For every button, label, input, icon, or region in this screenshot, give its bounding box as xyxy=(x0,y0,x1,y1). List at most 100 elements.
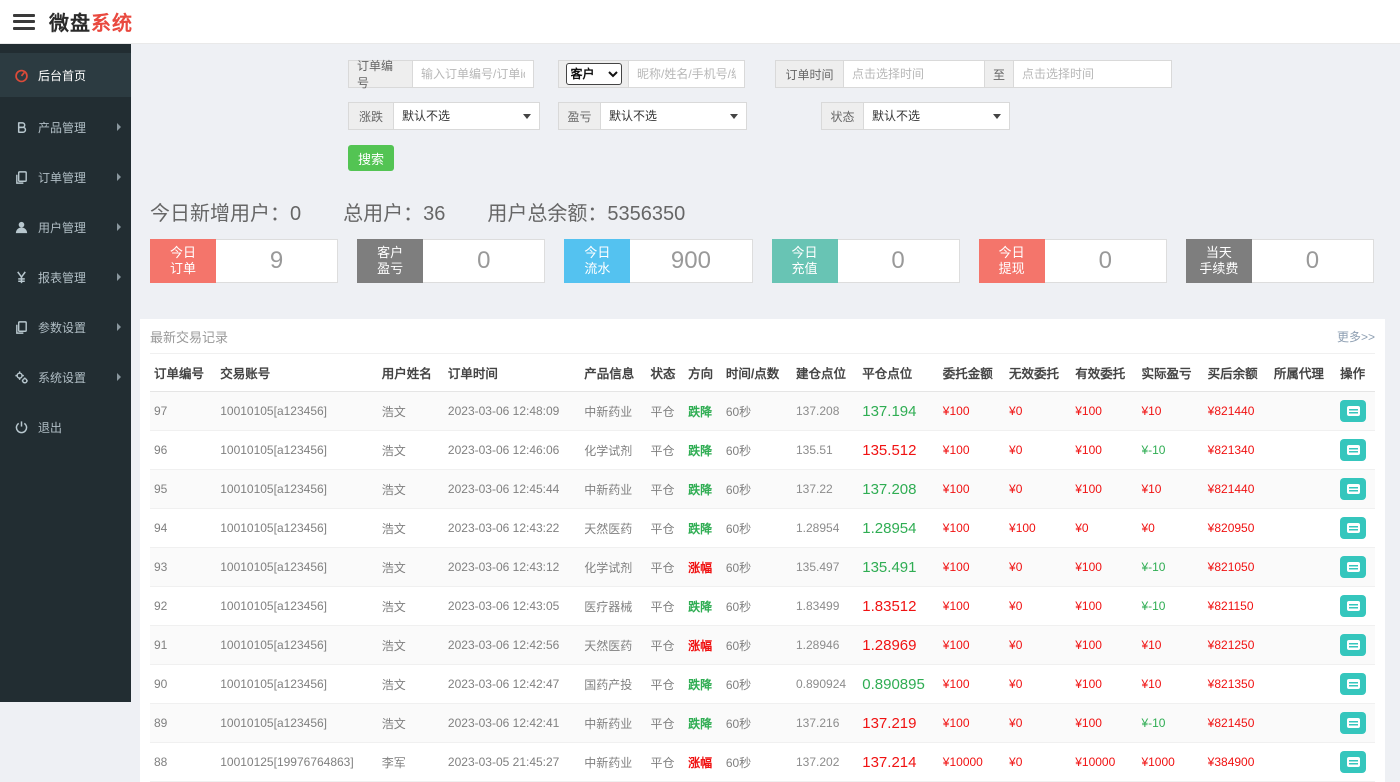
cell-open: 137.22 xyxy=(792,470,858,509)
sidebar-item-home[interactable]: 后台首页 xyxy=(0,53,131,97)
table-row: 9110010105[a123456]浩文2023-03-06 12:42:56… xyxy=(150,626,1375,665)
table-row: 9510010105[a123456]浩文2023-03-06 12:45:44… xyxy=(150,470,1375,509)
column-header: 用户姓名 xyxy=(378,354,444,392)
cell-account: 10010105[a123456] xyxy=(216,665,377,704)
cell-orderno: 97 xyxy=(150,392,216,431)
row-detail-button[interactable] xyxy=(1340,634,1366,656)
pnl-select[interactable]: 默认不选 xyxy=(600,102,747,130)
chevron-right-icon xyxy=(117,223,121,231)
cell-account: 10010105[a123456] xyxy=(216,704,377,743)
cell-agent xyxy=(1270,470,1336,509)
cell-close: 135.512 xyxy=(858,431,939,470)
cell-close: 137.214 xyxy=(858,743,939,782)
cell-product: 中新药业 xyxy=(580,392,646,431)
cell-profit: ¥10 xyxy=(1137,626,1203,665)
trades-table: 订单编号交易账号用户姓名订单时间产品信息状态方向时间/点数建仓点位平仓点位委托金… xyxy=(150,353,1375,782)
cell-status: 平仓 xyxy=(646,626,684,665)
cell-account: 10010105[a123456] xyxy=(216,626,377,665)
column-header: 实际盈亏 xyxy=(1137,354,1203,392)
app-title: 微盘系统 xyxy=(49,7,133,36)
row-detail-button[interactable] xyxy=(1340,751,1366,773)
row-detail-button[interactable] xyxy=(1340,478,1366,500)
detail-list-icon xyxy=(1347,562,1360,572)
sidebar-item-label: 后台首页 xyxy=(38,67,121,84)
cell-action xyxy=(1336,665,1375,704)
more-link[interactable]: 更多>> xyxy=(1337,328,1375,345)
stat-card: 今日订单 9 xyxy=(150,239,338,283)
cell-duration: 60秒 xyxy=(722,509,792,548)
updown-select[interactable]: 默认不选 xyxy=(393,102,540,130)
cell-direction: 跌降 xyxy=(684,704,722,743)
row-detail-button[interactable] xyxy=(1340,400,1366,422)
sidebar-item-products[interactable]: 产品管理 xyxy=(0,107,131,147)
status-select[interactable]: 默认不选 xyxy=(863,102,1010,130)
cell-direction: 跌降 xyxy=(684,665,722,704)
pnl-filter-label: 盈亏 xyxy=(558,102,600,130)
row-detail-button[interactable] xyxy=(1340,517,1366,539)
row-detail-button[interactable] xyxy=(1340,673,1366,695)
sidebar-item-orders[interactable]: 订单管理 xyxy=(0,157,131,197)
cell-time: 2023-03-06 12:43:05 xyxy=(444,587,580,626)
sidebar-item-params[interactable]: 参数设置 xyxy=(0,307,131,347)
cell-duration: 60秒 xyxy=(722,587,792,626)
cell-duration: 60秒 xyxy=(722,704,792,743)
cell-direction: 涨幅 xyxy=(684,626,722,665)
time-to-input[interactable] xyxy=(1013,60,1172,88)
sidebar-item-label: 用户管理 xyxy=(38,219,117,236)
cell-profit: ¥10 xyxy=(1137,392,1203,431)
cell-open: 137.216 xyxy=(792,704,858,743)
row-detail-button[interactable] xyxy=(1340,595,1366,617)
column-header: 平仓点位 xyxy=(858,354,939,392)
sidebar-item-users[interactable]: 用户管理 xyxy=(0,207,131,247)
cell-status: 平仓 xyxy=(646,587,684,626)
cell-direction: 涨幅 xyxy=(684,548,722,587)
column-header: 订单编号 xyxy=(150,354,216,392)
panel-title: 最新交易记录 xyxy=(150,327,228,346)
stat-card-label: 今日充值 xyxy=(772,239,838,283)
hamburger-menu-icon[interactable] xyxy=(13,14,35,30)
stat-card-value: 0 xyxy=(1045,239,1167,283)
cell-orderno: 90 xyxy=(150,665,216,704)
sidebar-item-logout[interactable]: 退出 xyxy=(0,407,131,447)
order-no-input[interactable] xyxy=(412,60,534,88)
row-detail-button[interactable] xyxy=(1340,712,1366,734)
sidebar-item-reports[interactable]: 报表管理 xyxy=(0,257,131,297)
search-button[interactable]: 搜索 xyxy=(348,145,394,171)
column-header: 有效委托 xyxy=(1071,354,1137,392)
cell-valid: ¥100 xyxy=(1071,704,1137,743)
cell-action xyxy=(1336,392,1375,431)
customer-type-select[interactable]: 客户 xyxy=(566,63,622,85)
stat-card-value: 0 xyxy=(838,239,960,283)
cell-amount: ¥100 xyxy=(939,587,1005,626)
cell-direction: 跌降 xyxy=(684,470,722,509)
cell-direction: 跌降 xyxy=(684,587,722,626)
cell-direction: 跌降 xyxy=(684,509,722,548)
cell-status: 平仓 xyxy=(646,743,684,782)
cell-account: 10010105[a123456] xyxy=(216,392,377,431)
cell-account: 10010105[a123456] xyxy=(216,509,377,548)
cell-agent xyxy=(1270,431,1336,470)
detail-list-icon xyxy=(1347,406,1360,416)
topbar: 微盘系统 xyxy=(0,0,1400,44)
column-header: 买后余额 xyxy=(1204,354,1270,392)
cell-account: 10010105[a123456] xyxy=(216,548,377,587)
cell-direction: 涨幅 xyxy=(684,743,722,782)
sidebar-item-label: 系统设置 xyxy=(38,369,117,386)
cell-name: 浩文 xyxy=(378,626,444,665)
detail-list-icon xyxy=(1347,445,1360,455)
row-detail-button[interactable] xyxy=(1340,439,1366,461)
stat-card-label: 客户盈亏 xyxy=(357,239,423,283)
detail-list-icon xyxy=(1347,601,1360,611)
cell-invalid: ¥0 xyxy=(1005,704,1071,743)
cell-product: 中新药业 xyxy=(580,743,646,782)
time-from-input[interactable] xyxy=(843,60,985,88)
row-detail-button[interactable] xyxy=(1340,556,1366,578)
customer-search-input[interactable] xyxy=(628,60,745,88)
chevron-right-icon xyxy=(117,173,121,181)
power-icon xyxy=(14,420,29,435)
stat-card: 今日充值 0 xyxy=(772,239,960,283)
cell-close: 137.208 xyxy=(858,470,939,509)
cell-name: 浩文 xyxy=(378,665,444,704)
sidebar-item-system[interactable]: 系统设置 xyxy=(0,357,131,397)
cell-profit: ¥-10 xyxy=(1137,548,1203,587)
